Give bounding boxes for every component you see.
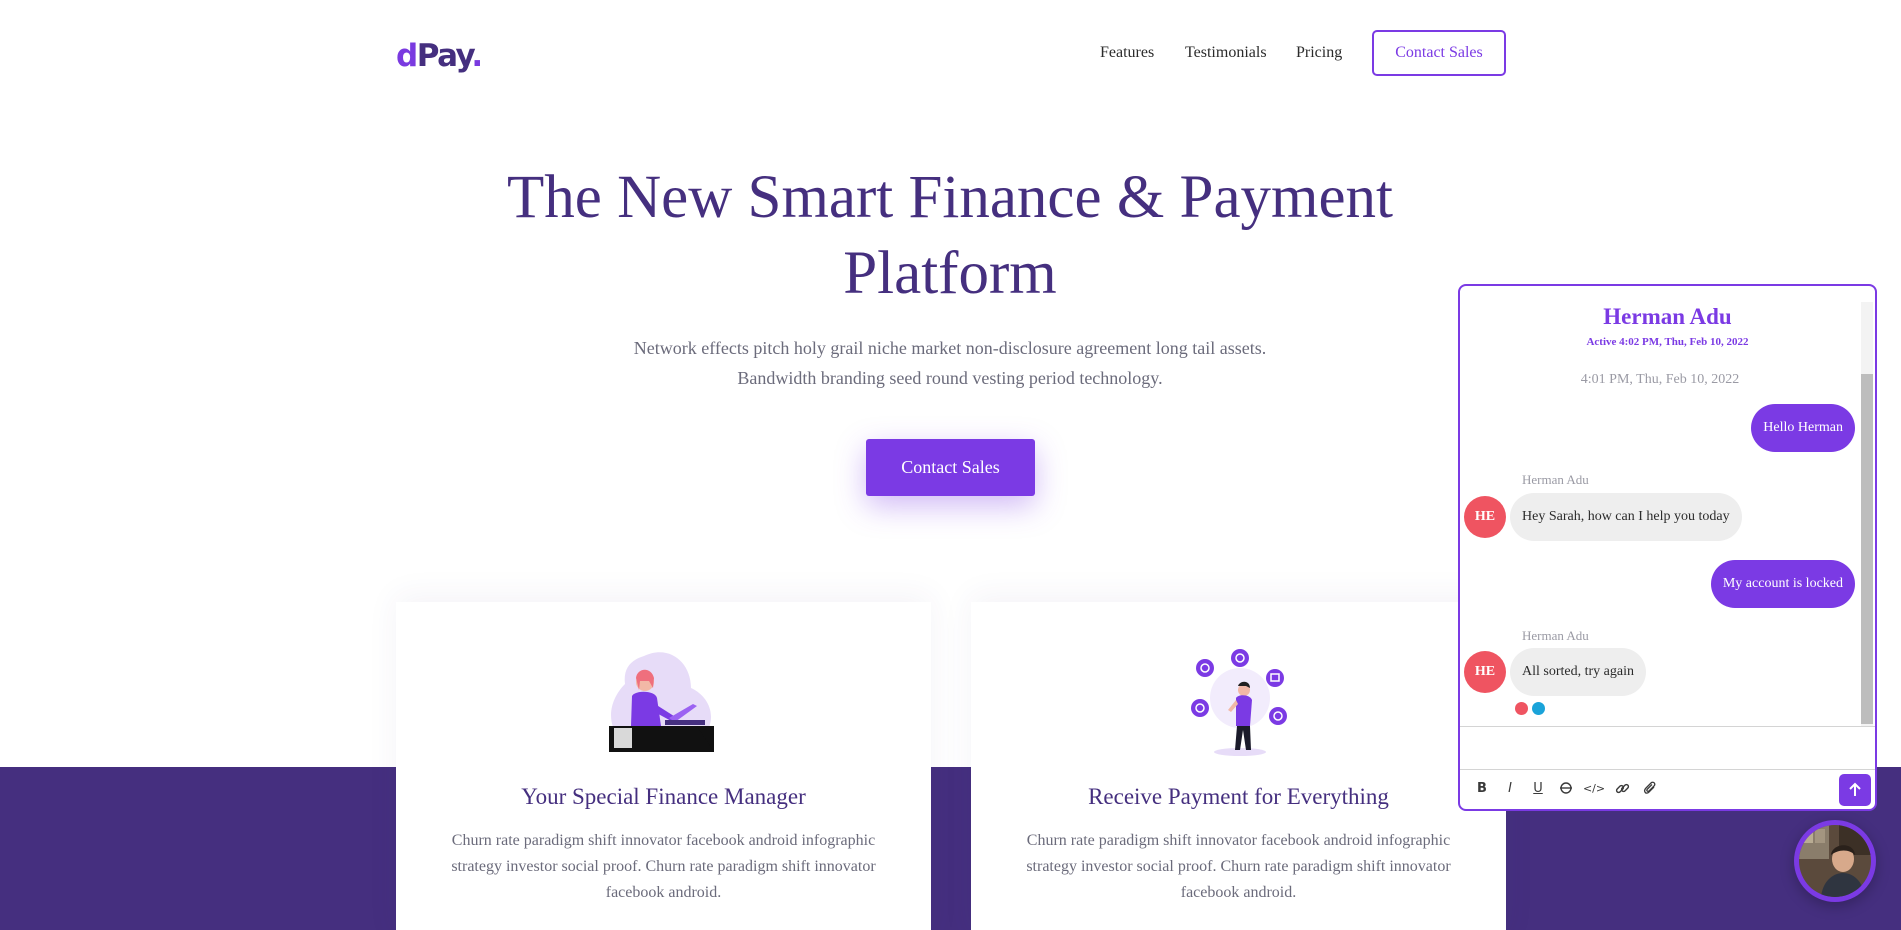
chat-agent-status: Active 4:02 PM, Thu, Feb 10, 2022: [1586, 336, 1749, 348]
header-contact-sales-button[interactable]: Contact Sales: [1372, 30, 1506, 76]
agent-avatar: HE: [1464, 651, 1506, 693]
agent-avatar: HE: [1464, 496, 1506, 538]
send-message-button[interactable]: [1839, 774, 1871, 806]
feature-card-title: Your Special Finance Manager: [521, 784, 806, 809]
chat-launcher-button[interactable]: [1794, 820, 1876, 902]
nav-link-features[interactable]: Features: [1100, 44, 1154, 62]
strikethrough-icon[interactable]: [1556, 778, 1576, 798]
attachment-icon[interactable]: [1640, 778, 1660, 798]
feature-card-text: Churn rate paradigm shift innovator face…: [1026, 832, 1451, 901]
chat-message-outgoing: My account is locked: [1710, 560, 1855, 608]
chat-message-outgoing: Hello Herman: [1751, 404, 1855, 452]
chat-timestamp: 4:01 PM, Thu, Feb 10, 2022: [1580, 372, 1740, 387]
main-nav: Features Testimonials Pricing Contact Sa…: [0, 30, 1901, 76]
chat-widget: Herman Adu Active 4:02 PM, Thu, Feb 10, …: [1458, 284, 1877, 811]
underline-icon[interactable]: U: [1528, 778, 1548, 798]
bold-icon[interactable]: B: [1472, 778, 1492, 798]
chat-formatting-toolbar: B I U </>: [1472, 778, 1660, 798]
chat-message-incoming: All sorted, try again: [1510, 648, 1646, 696]
hero-subtitle-line-1: Network effects pitch holy grail niche m…: [633, 338, 1267, 358]
man-with-app-icons-illustration: [1190, 649, 1287, 756]
italic-icon[interactable]: I: [1500, 778, 1520, 798]
woman-at-laptop-illustration: [608, 652, 714, 752]
chat-message-sender: Herman Adu: [1522, 628, 1589, 643]
typing-dot-blue: [1532, 702, 1545, 715]
chat-scrollbar-thumb[interactable]: [1861, 374, 1873, 724]
nav-link-pricing[interactable]: Pricing: [1296, 44, 1342, 62]
chat-message-input[interactable]: [1460, 726, 1875, 770]
link-icon[interactable]: [1612, 778, 1632, 798]
agent-photo-avatar: [1799, 825, 1871, 897]
feature-card-title: Receive Payment for Everything: [1088, 784, 1389, 809]
feature-card-receive-payment: Receive Payment for Everything Churn rat…: [971, 602, 1506, 930]
typing-indicator: [1515, 702, 1545, 715]
chat-message-incoming: Hey Sarah, how can I help you today: [1510, 493, 1742, 541]
hero-subtitle-line-2: Bandwidth branding seed round vesting pe…: [737, 368, 1163, 388]
arrow-up-icon: [1849, 782, 1861, 796]
chat-agent-name: Herman Adu: [1603, 304, 1732, 329]
typing-dot-red: [1515, 702, 1528, 715]
hero-title: The New Smart Finance & Payment Platform: [507, 164, 1393, 307]
nav-link-testimonials[interactable]: Testimonials: [1185, 44, 1267, 62]
feature-card-text: Churn rate paradigm shift innovator face…: [451, 832, 876, 901]
code-icon[interactable]: </>: [1583, 778, 1605, 798]
feature-card-finance-manager: Your Special Finance Manager Churn rate …: [396, 602, 931, 930]
chat-message-sender: Herman Adu: [1522, 472, 1589, 487]
hero-contact-sales-button[interactable]: Contact Sales: [866, 439, 1035, 496]
hero-subtitle: Network effects pitch holy grail niche m…: [600, 333, 1300, 393]
